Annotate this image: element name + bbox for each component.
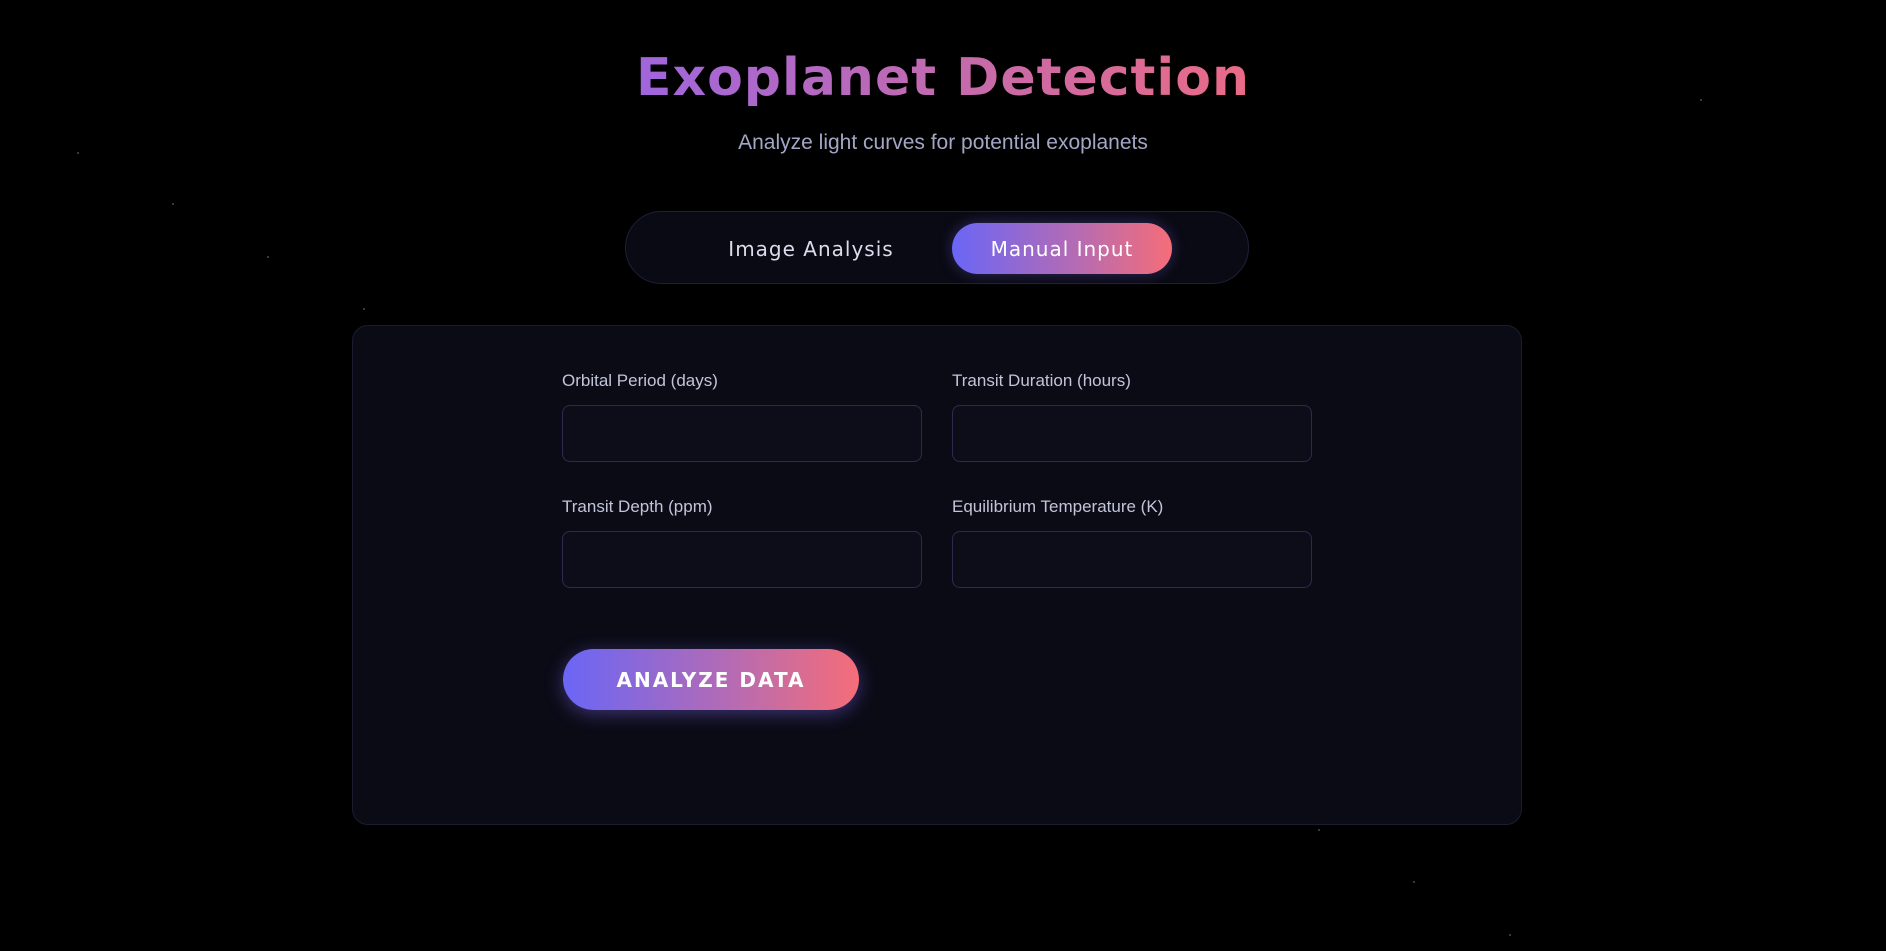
mode-tab-bar: Image Analysis Manual Input xyxy=(625,211,1249,284)
page: Exoplanet Detection Analyze light curves… xyxy=(0,0,1886,951)
transit-depth-label: Transit Depth (ppm) xyxy=(562,497,713,516)
orbital-period-label: Orbital Period (days) xyxy=(562,371,718,390)
transit-duration-input[interactable] xyxy=(952,405,1312,462)
background-star xyxy=(1318,829,1320,831)
tab-image-analysis[interactable]: Image Analysis xyxy=(726,223,896,274)
analyze-data-button[interactable]: ANALYZE DATA xyxy=(563,649,859,710)
page-subtitle: Analyze light curves for potential exopl… xyxy=(738,131,1148,154)
background-star xyxy=(363,308,365,310)
background-star xyxy=(1509,934,1511,936)
manual-input-card: Orbital Period (days) Transit Duration (… xyxy=(352,325,1522,825)
transit-depth-input[interactable] xyxy=(562,531,922,588)
background-star xyxy=(267,256,269,258)
background-star xyxy=(1413,881,1415,883)
background-star xyxy=(172,203,174,205)
equilibrium-temperature-input[interactable] xyxy=(952,531,1312,588)
page-title: Exoplanet Detection xyxy=(636,48,1250,108)
equilibrium-temperature-label: Equilibrium Temperature (K) xyxy=(952,497,1164,516)
transit-duration-label: Transit Duration (hours) xyxy=(952,371,1131,390)
tab-manual-input[interactable]: Manual Input xyxy=(952,223,1172,274)
orbital-period-input[interactable] xyxy=(562,405,922,462)
